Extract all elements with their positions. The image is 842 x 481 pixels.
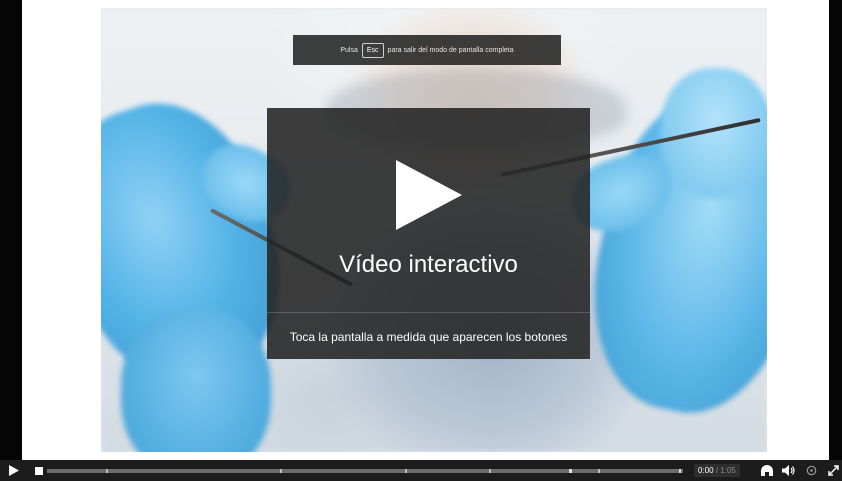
video-still-left-glove-lower <box>121 308 271 452</box>
control-bar: 0:00 / 1:05 <box>0 460 842 481</box>
volume-button[interactable] <box>780 460 796 481</box>
play-icon <box>9 465 19 476</box>
esc-key-badge: Esc <box>361 42 384 58</box>
time-separator: / <box>715 466 719 475</box>
play-button[interactable] <box>6 460 22 481</box>
bookmarks-icon <box>761 464 773 476</box>
video-still-right-glove-upper <box>661 68 767 198</box>
interaction-marker[interactable] <box>106 469 108 473</box>
interaction-marker[interactable] <box>489 469 491 473</box>
stop-icon <box>35 466 43 475</box>
interaction-marker[interactable] <box>569 469 572 473</box>
stop-button[interactable] <box>32 460 46 481</box>
fullscreen-player: Pulsa Esc para salir del modo de pantall… <box>0 0 842 481</box>
interaction-marker[interactable] <box>598 469 600 473</box>
progress-end-marker <box>679 469 681 473</box>
quality-button[interactable] <box>803 460 819 481</box>
interaction-marker[interactable] <box>405 469 407 473</box>
overlay-subtitle: Toca la pantalla a medida que aparecen l… <box>289 330 568 344</box>
interaction-marker[interactable] <box>280 469 282 473</box>
time-display: 0:00 / 1:05 <box>694 464 740 477</box>
volume-icon <box>781 465 795 476</box>
letterbox-right <box>829 0 842 460</box>
fullscreen-exit-notice: Pulsa Esc para salir del modo de pantall… <box>293 35 561 65</box>
play-icon[interactable] <box>394 158 464 232</box>
start-overlay[interactable]: Vídeo interactivo Toca la pantalla a med… <box>267 108 590 359</box>
notice-prefix: Pulsa <box>340 46 358 54</box>
bookmarks-button[interactable] <box>758 460 776 481</box>
exit-fullscreen-icon <box>827 465 839 476</box>
current-time: 0:00 <box>698 466 714 475</box>
overlay-divider <box>267 312 590 313</box>
overlay-title: Vídeo interactivo <box>339 251 518 278</box>
notice-suffix: para salir del modo de pantalla completa <box>387 46 514 54</box>
quality-icon <box>806 465 816 476</box>
letterbox-left <box>0 0 22 460</box>
total-time: 1:05 <box>720 466 736 475</box>
progress-slider[interactable] <box>47 469 683 473</box>
exit-fullscreen-button[interactable] <box>826 460 840 481</box>
